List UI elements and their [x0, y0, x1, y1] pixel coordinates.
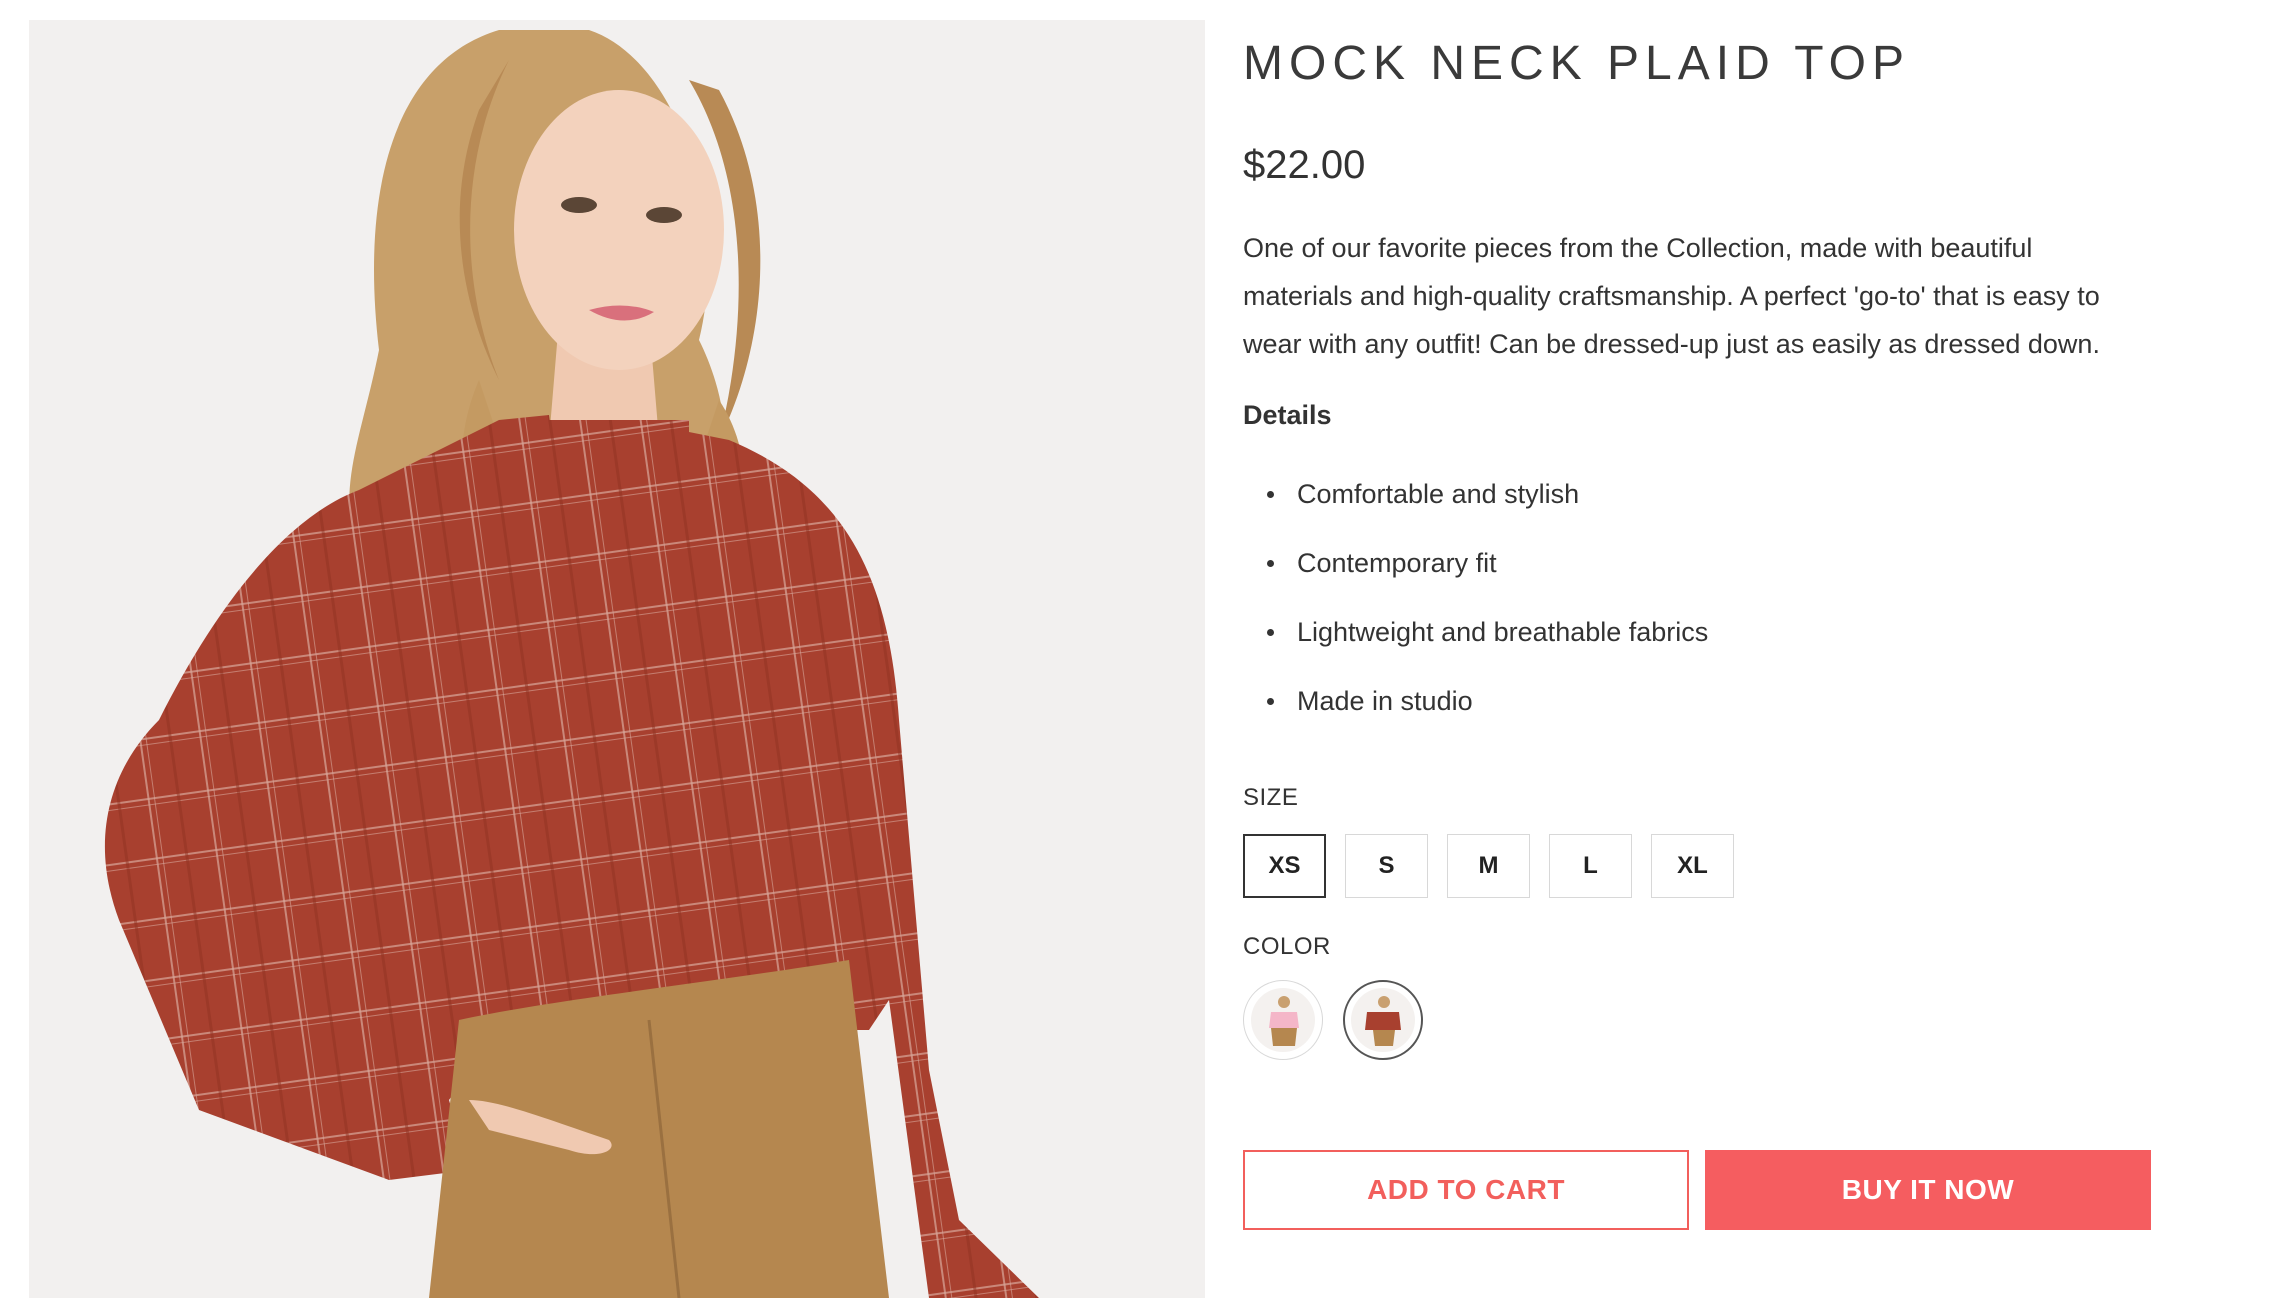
size-option-l[interactable]: L [1549, 834, 1632, 898]
size-option-xl[interactable]: XL [1651, 834, 1734, 898]
size-label: SIZE [1243, 784, 1299, 811]
add-to-cart-button[interactable]: ADD TO CART [1243, 1150, 1689, 1230]
size-option-s[interactable]: S [1345, 834, 1428, 898]
color-swatch-rust[interactable] [1343, 980, 1423, 1060]
details-list-item: Contemporary fit [1243, 537, 1708, 606]
details-list-item: Lightweight and breathable fabrics [1243, 606, 1708, 675]
product-price: $22.00 [1243, 143, 1366, 187]
product-description: One of our favorite pieces from the Coll… [1243, 233, 2100, 359]
details-heading: Details [1243, 400, 1332, 430]
size-option-xs[interactable]: XS [1243, 834, 1326, 898]
details-list-item: Made in studio [1243, 675, 1708, 744]
rust-plaid-top-swatch-icon [1351, 988, 1415, 1052]
color-swatch-pink[interactable] [1243, 980, 1323, 1060]
color-selector [1243, 980, 1443, 1060]
size-option-m[interactable]: M [1447, 834, 1530, 898]
details-list-item: Comfortable and stylish [1243, 468, 1708, 537]
details-list: Comfortable and stylish Contemporary fit… [1243, 468, 1708, 744]
pink-top-swatch-icon [1251, 988, 1315, 1052]
color-label: COLOR [1243, 933, 1331, 960]
product-title: MOCK NECK PLAID TOP [1243, 37, 1911, 90]
buy-it-now-button[interactable]: BUY IT NOW [1705, 1150, 2151, 1230]
product-image[interactable] [29, 20, 1205, 1298]
size-selector: XS S M L XL [1243, 834, 1753, 898]
